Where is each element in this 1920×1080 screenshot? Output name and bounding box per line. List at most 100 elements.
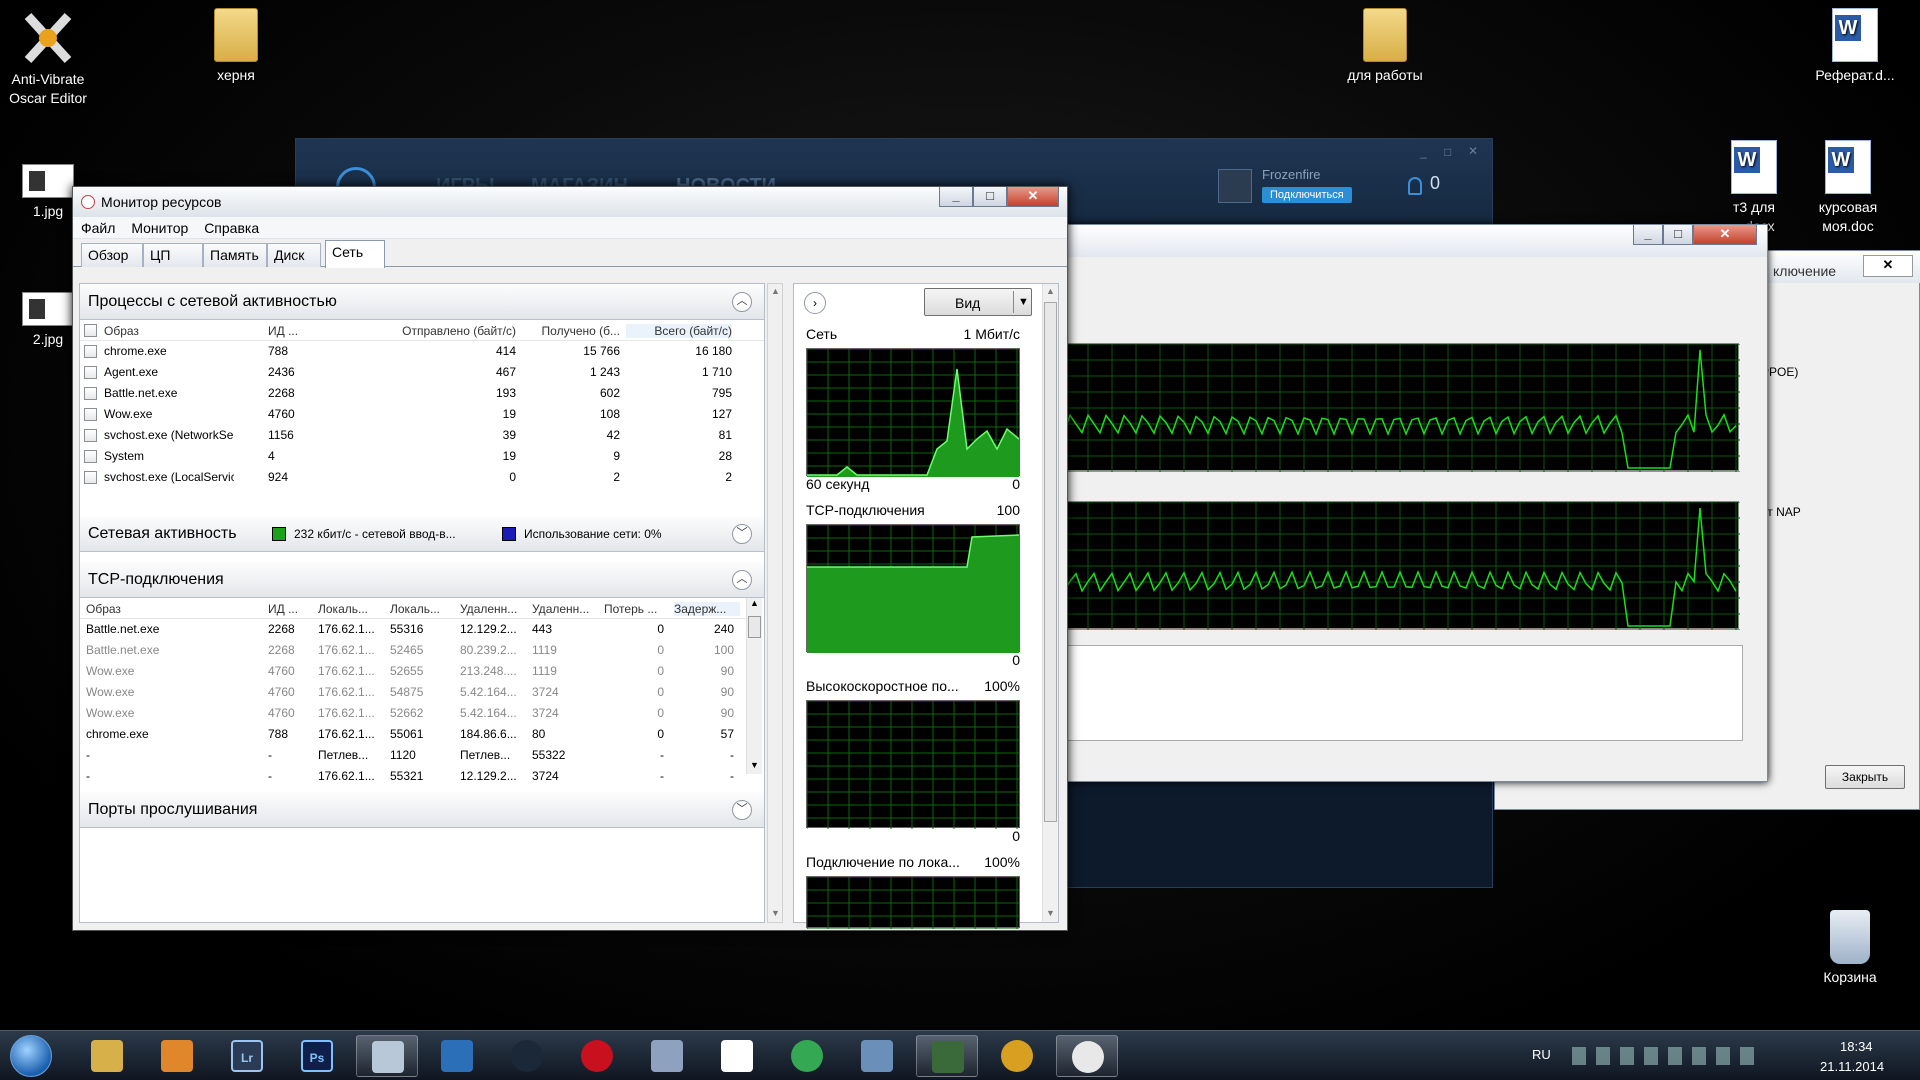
process-row[interactable]: Battle.net.exe 2268 193 602 795 bbox=[80, 383, 764, 404]
ports-section-header[interactable]: Порты прослушивания ﹀ bbox=[80, 792, 764, 828]
battlenet-connect-button[interactable]: Подключиться bbox=[1262, 187, 1352, 203]
collapse-chevron-icon[interactable]: ︿ bbox=[732, 292, 752, 312]
desktop-icon-kursovaya[interactable]: курсовая моя.doc bbox=[1800, 140, 1896, 236]
col-received[interactable]: Получено (б... bbox=[520, 324, 620, 338]
menu-help[interactable]: Справка bbox=[204, 220, 259, 236]
connection-props-close-button[interactable]: ✕ bbox=[1863, 255, 1913, 277]
col-total[interactable]: Всего (байт/с) bbox=[626, 324, 732, 338]
tcp-col-remote-port[interactable]: Удаленн... bbox=[532, 602, 598, 616]
col-image[interactable]: Образ bbox=[104, 324, 244, 338]
taskbar-button-yandex[interactable] bbox=[706, 1035, 768, 1077]
menu-file[interactable]: Файл bbox=[81, 220, 115, 236]
resmon-minimize-button[interactable]: _ bbox=[939, 187, 973, 207]
taskbar-button-battlenet[interactable] bbox=[426, 1035, 488, 1077]
process-row[interactable]: Agent.exe 2436 467 1 243 1 710 bbox=[80, 362, 764, 383]
tab-memory[interactable]: Память bbox=[203, 243, 267, 267]
resmon-close-button[interactable]: ✕ bbox=[1007, 187, 1059, 207]
tcp-col-local-port[interactable]: Локаль... bbox=[390, 602, 450, 616]
tcp-col-loss[interactable]: Потерь ... bbox=[604, 602, 670, 616]
tcp-row[interactable]: chrome.exe 788 176.62.1... 55061 184.86.6...… bbox=[80, 724, 744, 745]
taskbar-button-notes[interactable] bbox=[356, 1035, 418, 1077]
processes-section-header[interactable]: Процессы с сетевой активностью ︿ bbox=[80, 284, 764, 320]
taskbar-button-control-panel[interactable] bbox=[846, 1035, 908, 1077]
taskbar-button-calculator[interactable] bbox=[636, 1035, 698, 1077]
desktop-icon-recycle-bin[interactable]: Корзина bbox=[1802, 910, 1898, 987]
tcp-col-latency[interactable]: Задерж... bbox=[674, 602, 740, 616]
tab-overview[interactable]: Обзор bbox=[81, 243, 143, 267]
desktop-icon-referat[interactable]: Реферат.d... bbox=[1800, 8, 1910, 85]
network-status-window[interactable]: _ □ ✕ bbox=[1062, 224, 1768, 782]
process-row[interactable]: Wow.exe 4760 19 108 127 bbox=[80, 404, 764, 425]
network-activity-section-header[interactable]: Сетевая активность 232 кбит/с - сетевой … bbox=[80, 516, 764, 552]
taskbar-button-wow[interactable] bbox=[986, 1035, 1048, 1077]
desktop-icon-anti-vibrate[interactable]: Anti-Vibrate Oscar Editor bbox=[0, 10, 96, 108]
scroll-thumb[interactable] bbox=[1044, 302, 1057, 822]
process-row[interactable]: chrome.exe 788 414 15 766 16 180 bbox=[80, 341, 764, 362]
network-minimize-button[interactable]: _ bbox=[1633, 225, 1663, 245]
tcp-row[interactable]: Wow.exe 4760 176.62.1... 52655 213.248.... 11… bbox=[80, 661, 744, 682]
language-indicator[interactable]: RU bbox=[1532, 1047, 1551, 1062]
desktop-icon-folder-hernya[interactable]: херня bbox=[188, 8, 284, 85]
collapse-chevron-icon[interactable]: ︿ bbox=[732, 570, 752, 590]
taskbar-button-chrome[interactable] bbox=[776, 1035, 838, 1077]
taskbar-button-media-player[interactable] bbox=[146, 1035, 208, 1077]
process-row[interactable]: System 4 19 9 28 bbox=[80, 446, 764, 467]
scroll-down-icon[interactable]: ▼ bbox=[771, 908, 780, 918]
tcp-col-image[interactable]: Образ bbox=[86, 602, 236, 616]
tcp-col-local-addr[interactable]: Локаль... bbox=[318, 602, 384, 616]
friends-icon[interactable] bbox=[1408, 177, 1422, 195]
clock-date[interactable]: 21.11.2014 bbox=[1820, 1059, 1884, 1074]
battlenet-close-icon[interactable]: ✕ bbox=[1468, 144, 1478, 158]
battlenet-maximize-icon[interactable]: □ bbox=[1444, 145, 1451, 159]
graphs-scrollbar[interactable]: ▲ ▼ bbox=[1042, 284, 1058, 922]
tcp-row[interactable]: Battle.net.exe 2268 176.62.1... 52465 80.239… bbox=[80, 640, 744, 661]
taskbar-button-steam[interactable] bbox=[496, 1035, 558, 1077]
tcp-col-remote-addr[interactable]: Удаленн... bbox=[460, 602, 526, 616]
tray-icons[interactable] bbox=[1572, 1047, 1762, 1065]
view-button[interactable]: Вид ▼ bbox=[924, 288, 1032, 316]
tcp-row[interactable]: - - 176.62.1... 55321 12.129.2... 3724 - - bbox=[80, 766, 744, 787]
expand-chevron-icon[interactable]: ﹀ bbox=[732, 524, 752, 544]
tab-cpu[interactable]: ЦП bbox=[143, 243, 203, 267]
process-checkbox[interactable] bbox=[84, 429, 97, 442]
tab-disk[interactable]: Диск bbox=[267, 243, 321, 267]
taskbar-button-opera[interactable] bbox=[566, 1035, 628, 1077]
taskbar-button-resmon[interactable] bbox=[1056, 1035, 1118, 1077]
expand-pane-button[interactable]: › bbox=[804, 292, 826, 314]
process-row[interactable]: svchost.exe (NetworkSer... 1156 39 42 81 bbox=[80, 425, 764, 446]
scroll-down-icon[interactable]: ▼ bbox=[750, 760, 759, 770]
scroll-down-icon[interactable]: ▼ bbox=[1046, 908, 1055, 918]
close-button[interactable]: Закрыть bbox=[1825, 765, 1905, 789]
resmon-maximize-button[interactable]: □ bbox=[973, 187, 1007, 207]
clock-time[interactable]: 18:34 bbox=[1840, 1039, 1873, 1054]
network-close-button[interactable]: ✕ bbox=[1693, 225, 1757, 245]
resource-monitor-window[interactable]: Монитор ресурсов _ □ ✕ Файл Монитор Спра… bbox=[72, 186, 1068, 931]
taskbar-button-lightroom[interactable]: Lr bbox=[216, 1035, 278, 1077]
left-pane-scrollbar[interactable]: ▲ ▼ bbox=[767, 283, 783, 923]
tab-network[interactable]: Сеть bbox=[325, 240, 385, 268]
desktop-icon-folder-work[interactable]: для работы bbox=[1330, 8, 1440, 85]
scroll-up-icon[interactable]: ▲ bbox=[1046, 286, 1055, 296]
tcp-row[interactable]: Battle.net.exe 2268 176.62.1... 55316 12.129… bbox=[80, 619, 744, 640]
process-row[interactable]: svchost.exe (LocalServic... 924 0 2 2 bbox=[80, 467, 764, 488]
taskbar-button-photoshop[interactable]: Ps bbox=[286, 1035, 348, 1077]
expand-chevron-icon[interactable]: ﹀ bbox=[732, 800, 752, 820]
tcp-section-header[interactable]: TCP-подключения ︿ bbox=[80, 562, 764, 598]
process-checkbox[interactable] bbox=[84, 471, 97, 484]
process-checkbox[interactable] bbox=[84, 366, 97, 379]
start-orb-icon[interactable] bbox=[10, 1035, 52, 1077]
tcp-row[interactable]: Wow.exe 4760 176.62.1... 52662 5.42.164... 37… bbox=[80, 703, 744, 724]
select-all-checkbox[interactable] bbox=[84, 324, 97, 337]
scroll-up-icon[interactable]: ▲ bbox=[750, 598, 759, 608]
tcp-col-pid[interactable]: ИД ... bbox=[268, 602, 312, 616]
col-sent[interactable]: Отправлено (байт/с) bbox=[316, 324, 516, 338]
process-checkbox[interactable] bbox=[84, 450, 97, 463]
scroll-up-icon[interactable]: ▲ bbox=[771, 286, 780, 296]
desktop-icon-t3[interactable]: т3 для ...docx bbox=[1706, 140, 1802, 236]
tcp-scrollbar[interactable]: ▲ ▼ bbox=[746, 598, 762, 774]
battlenet-minimize-icon[interactable]: _ bbox=[1420, 145, 1427, 159]
menu-monitor[interactable]: Монитор bbox=[131, 220, 188, 236]
tcp-row[interactable]: Wow.exe 4760 176.62.1... 54875 5.42.164... 37… bbox=[80, 682, 744, 703]
scroll-thumb[interactable] bbox=[748, 616, 761, 638]
process-checkbox[interactable] bbox=[84, 345, 97, 358]
